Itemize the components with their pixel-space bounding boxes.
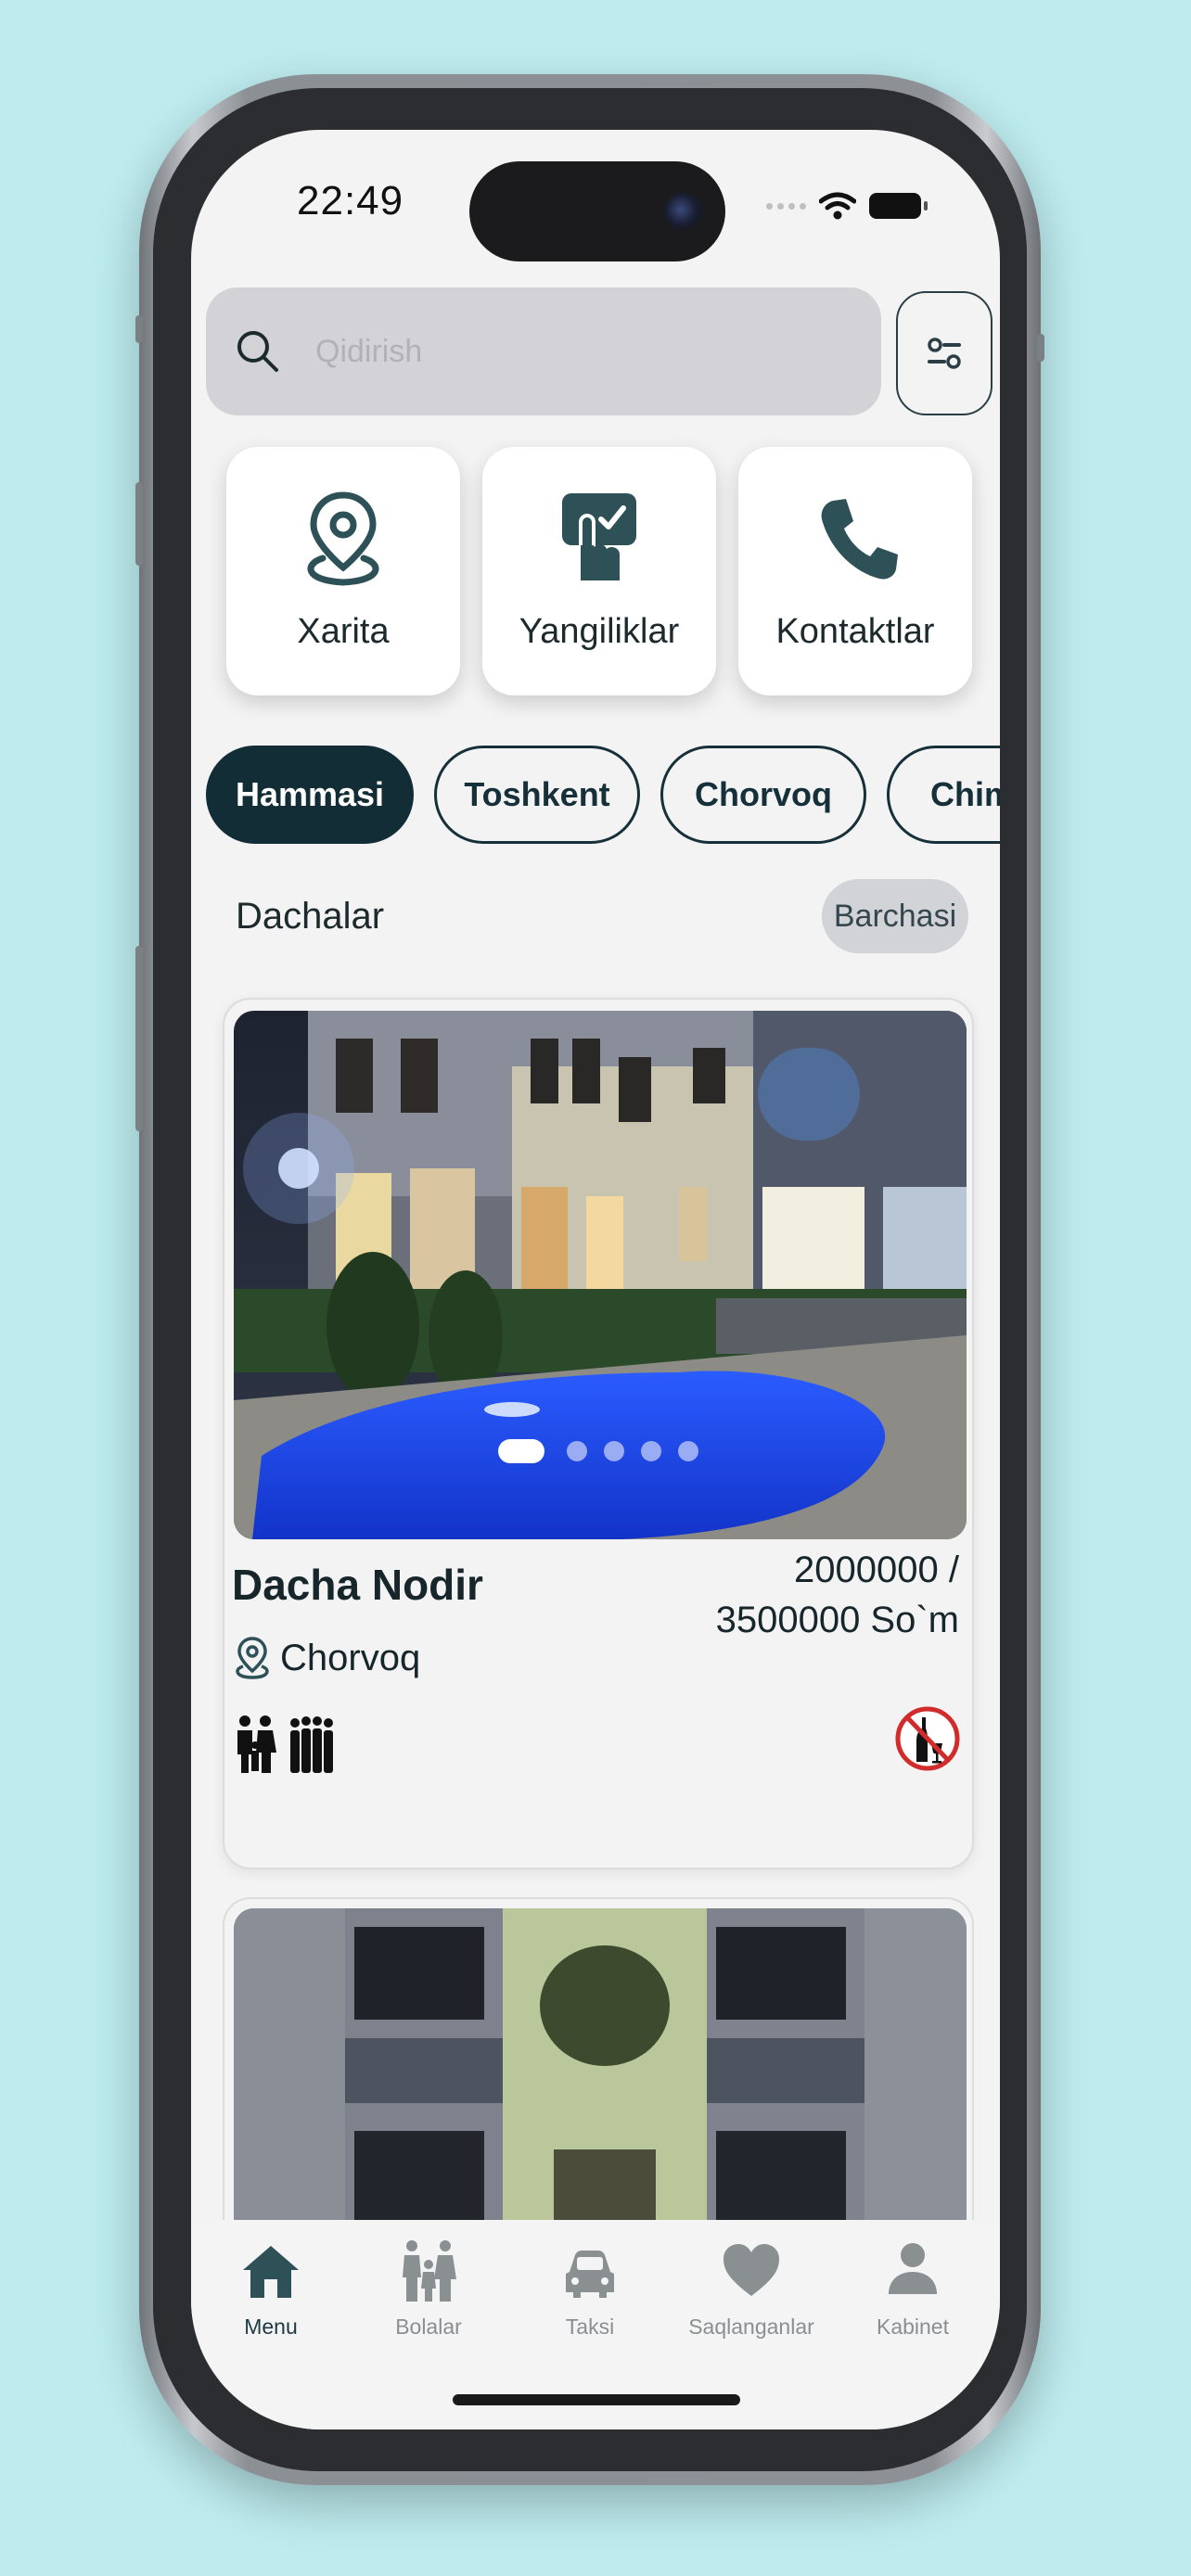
quick-action-news[interactable]: Yangiliklar [482,447,716,695]
volume-down-button [135,946,143,1131]
person-icon [889,2243,937,2294]
tab-label: Kabinet [876,2315,949,2339]
tab-kabinet[interactable]: Kabinet [839,2237,987,2340]
home-indicator[interactable] [453,2394,740,2405]
tab-bolalar[interactable]: Bolalar [354,2237,503,2340]
home-icon [243,2246,299,2298]
group-icon [290,1716,333,1773]
listing-card[interactable]: Dacha Nodir 2000000 / 3500000 So`m Chorv… [223,998,974,1869]
quick-action-map[interactable]: Xarita [226,447,460,695]
listing-title: Dacha Nodir [232,1561,483,1609]
location-label: Chorvoq [280,1637,421,1678]
see-all-button[interactable]: Barchasi [822,879,968,953]
region-filter-chips: Hammasi Toshkent Chorvoq Chim [206,746,1000,848]
quick-action-label: Xarita [297,612,390,651]
map-pin-icon [307,491,379,586]
camera-icon [664,193,701,230]
app-screen: 22:49 Qidirish Xarita Yangiliklar Kontak… [191,130,1000,2429]
house-pool-photo[interactable] [234,1011,967,1539]
listing-tags [234,1714,338,1775]
search-icon [237,331,278,372]
cellular-signal-icon [766,202,806,210]
phone-icon [821,499,898,580]
status-time: 22:49 [297,178,404,223]
volume-up-button [135,482,143,566]
tab-saqlanganlar[interactable]: Saqlanganlar [677,2237,826,2340]
quick-action-label: Kontaktlar [775,612,935,651]
search-bar[interactable]: Qidirish [206,287,881,415]
section-title: Dachalar [236,896,385,937]
carousel-dot-active [498,1439,544,1463]
tab-menu[interactable]: Menu [197,2237,345,2340]
family-icon [237,1715,276,1773]
price-line-2: 3500000 So`m [715,1600,959,1640]
side-button [1037,334,1044,362]
status-indicators [766,191,928,221]
wifi-icon [819,192,856,220]
filter-button[interactable] [896,291,992,415]
news-check-icon [562,493,636,580]
chip-hammasi[interactable]: Hammasi [206,746,414,844]
quick-action-label: Yangiliklar [519,612,680,651]
chip-toshkent[interactable]: Toshkent [434,746,640,844]
tab-label: Menu [244,2315,298,2339]
chip-chimgan[interactable]: Chim [887,746,1000,844]
listing-price: 2000000 / 3500000 So`m [716,1545,959,1645]
dynamic-island [469,161,725,261]
filter-icon [928,338,961,369]
quick-action-contacts[interactable]: Kontaktlar [738,447,972,695]
tab-label: Saqlanganlar [688,2315,814,2339]
chip-chorvoq[interactable]: Chorvoq [660,746,866,844]
location-pin-icon [236,1637,269,1679]
tab-taksi[interactable]: Taksi [516,2237,664,2340]
battery-icon [869,193,928,219]
listing-location: Chorvoq [232,1636,420,1680]
no-alcohol-icon [895,1706,960,1771]
tab-label: Bolalar [395,2315,462,2339]
silent-switch [135,315,143,343]
heart-icon [724,2244,779,2296]
tab-label: Taksi [565,2315,615,2339]
search-input[interactable]: Qidirish [315,334,422,370]
price-line-1: 2000000 / [794,1549,959,1590]
family-icon [403,2240,456,2302]
car-icon [566,2251,614,2298]
